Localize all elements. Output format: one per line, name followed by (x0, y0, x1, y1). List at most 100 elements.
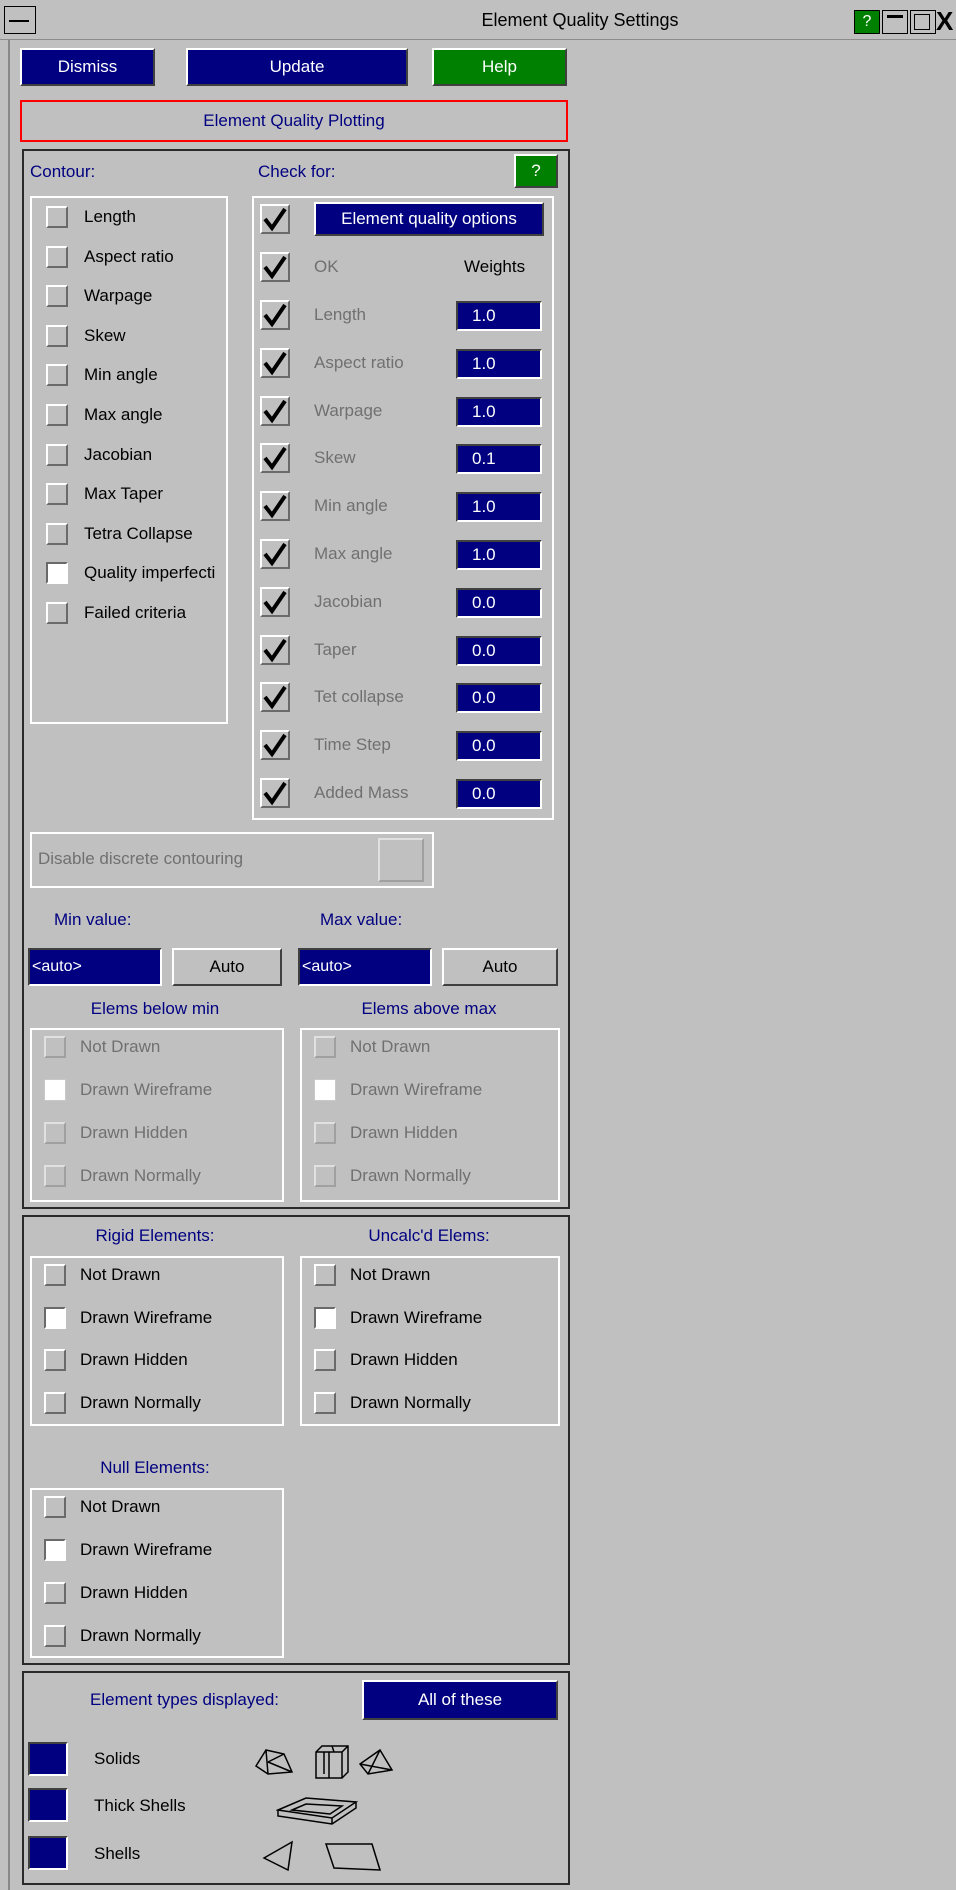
check-skew-label: Skew (314, 448, 356, 468)
check-aspect-ratio-label: Aspect ratio (314, 352, 404, 372)
thick-shells-label: Thick Shells (94, 1796, 186, 1815)
check-for-help-button[interactable]: ? (514, 154, 558, 188)
null-not-drawn-option[interactable] (44, 1496, 66, 1518)
rigid-elements-title: Rigid Elements: (95, 1226, 215, 1245)
uncalcd-elems-title: Uncalc'd Elems: (368, 1226, 490, 1245)
weight-warpage-input[interactable]: 1.0 (456, 396, 542, 427)
weight-added-mass-input[interactable]: 0.0 (456, 779, 542, 809)
check-length-checkbox[interactable] (260, 300, 290, 330)
weight-aspect-ratio-input[interactable]: 1.0 (456, 348, 542, 379)
ok-checkbox[interactable] (260, 252, 290, 282)
uncalcd-not-drawn-option[interactable] (314, 1264, 336, 1286)
all-of-these-button[interactable]: All of these (362, 1680, 558, 1720)
min-value-label: Min value: (54, 910, 132, 929)
null-drawn-hidden-option[interactable] (44, 1582, 66, 1604)
check-added-mass-checkbox[interactable] (260, 778, 290, 808)
update-button[interactable]: Update (186, 48, 408, 86)
above-max-drawn-normally-label: Drawn Normally (350, 1166, 471, 1185)
below-min-drawn-normally-option[interactable] (44, 1165, 66, 1187)
rigid-not-drawn-option[interactable] (44, 1264, 66, 1286)
rigid-drawn-normally-label: Drawn Normally (80, 1392, 201, 1412)
rigid-drawn-hidden-option[interactable] (44, 1349, 66, 1371)
contour-tetra-collapse-checkbox[interactable] (46, 522, 68, 545)
below-min-not-drawn-option[interactable] (44, 1036, 66, 1058)
contour-length-label: Length (84, 207, 136, 226)
uncalcd-drawn-hidden-option[interactable] (314, 1349, 336, 1371)
rigid-drawn-normally-option[interactable] (44, 1391, 66, 1414)
contour-min-angle-checkbox[interactable] (46, 364, 68, 387)
min-value-input[interactable]: <auto> (28, 948, 162, 986)
check-tet-collapse-label: Tet collapse (314, 687, 404, 707)
above-max-drawn-hidden-option[interactable] (314, 1122, 336, 1144)
solids-toggle[interactable] (28, 1742, 68, 1776)
contour-aspect-ratio-checkbox[interactable] (46, 245, 68, 268)
thick-shells-toggle[interactable] (28, 1788, 68, 1822)
contour-quality-imperfecti-checkbox[interactable] (46, 562, 68, 585)
max-value-input[interactable]: <auto> (298, 948, 432, 986)
below-min-drawn-wireframe-option[interactable] (44, 1079, 66, 1101)
window-menu-icon[interactable] (4, 6, 36, 34)
contour-warpage-checkbox[interactable] (46, 285, 68, 308)
close-icon[interactable]: X (936, 8, 956, 34)
weight-taper-input[interactable]: 0.0 (456, 635, 542, 666)
uncalcd-drawn-wireframe-option[interactable] (314, 1306, 336, 1329)
elems-below-min-title: Elems below min (90, 999, 220, 1018)
null-drawn-hidden-label: Drawn Hidden (80, 1583, 188, 1602)
weight-min-angle-input[interactable]: 1.0 (456, 492, 542, 523)
check-mark-icon (263, 638, 287, 662)
rigid-drawn-wireframe-option[interactable] (44, 1306, 66, 1329)
check-jacobian-checkbox[interactable] (260, 586, 290, 617)
rigid-drawn-wireframe-label: Drawn Wireframe (80, 1307, 213, 1327)
null-not-drawn-label: Not Drawn (80, 1497, 161, 1516)
window-title: Element Quality Settings (481, 10, 679, 30)
check-mark-icon (263, 303, 287, 328)
disable-discrete-contouring-checkbox[interactable] (378, 838, 424, 882)
check-taper-checkbox[interactable] (260, 634, 290, 665)
dismiss-button[interactable]: Dismiss (20, 48, 155, 86)
hexa-solid-icon (315, 1745, 349, 1779)
contour-skew-checkbox[interactable] (46, 324, 68, 347)
thick-shell-icon (276, 1797, 359, 1825)
check-tet-collapse-checkbox[interactable] (260, 682, 290, 713)
contour-jacobian-checkbox[interactable] (46, 443, 68, 466)
weight-length-input[interactable]: 1.0 (456, 301, 542, 331)
rigid-not-drawn-label: Not Drawn (80, 1265, 161, 1284)
below-min-drawn-wireframe-label: Drawn Wireframe (80, 1080, 213, 1099)
above-max-drawn-normally-option[interactable] (314, 1165, 336, 1187)
contour-failed-criteria-checkbox[interactable] (46, 602, 68, 624)
check-warpage-checkbox[interactable] (260, 395, 290, 426)
options-checkbox[interactable] (260, 204, 290, 234)
weight-time-step-input[interactable]: 0.0 (456, 731, 542, 762)
maximize-icon[interactable] (910, 10, 936, 34)
null-drawn-wireframe-option[interactable] (44, 1539, 66, 1561)
null-drawn-normally-option[interactable] (44, 1625, 66, 1647)
contour-max-angle-checkbox[interactable] (46, 404, 68, 426)
check-skew-checkbox[interactable] (260, 443, 290, 474)
contour-max-taper-checkbox[interactable] (46, 483, 68, 506)
contour-length-checkbox[interactable] (46, 206, 68, 228)
window-help-icon[interactable]: ? (854, 10, 880, 34)
check-aspect-ratio-checkbox[interactable] (260, 347, 290, 378)
weight-jacobian-input[interactable]: 0.0 (456, 587, 542, 618)
above-max-not-drawn-option[interactable] (314, 1036, 336, 1058)
shells-toggle[interactable] (28, 1836, 68, 1870)
max-auto-button[interactable]: Auto (442, 948, 558, 986)
wedge-solid-icon (254, 1749, 294, 1775)
minimize-icon[interactable] (882, 10, 908, 34)
element-quality-options-button[interactable]: Element quality options (314, 202, 544, 236)
contour-title: Contour: (30, 162, 96, 181)
check-min-angle-checkbox[interactable] (260, 491, 290, 522)
weight-tet-collapse-input[interactable]: 0.0 (456, 683, 542, 714)
check-time-step-checkbox[interactable] (260, 730, 290, 761)
help-button[interactable]: Help (432, 48, 567, 86)
weight-max-angle-input[interactable]: 1.0 (456, 540, 542, 570)
weight-skew-input[interactable]: 0.1 (456, 444, 542, 475)
uncalcd-drawn-normally-option[interactable] (314, 1391, 336, 1414)
contour-quality-imperfecti-label: Quality imperfecti (84, 563, 216, 583)
check-max-angle-checkbox[interactable] (260, 539, 290, 569)
contour-failed-criteria-label: Failed criteria (84, 603, 187, 622)
above-max-drawn-wireframe-option[interactable] (314, 1079, 336, 1101)
solids-label: Solids (94, 1749, 141, 1768)
below-min-drawn-hidden-option[interactable] (44, 1122, 66, 1144)
min-auto-button[interactable]: Auto (172, 948, 282, 986)
